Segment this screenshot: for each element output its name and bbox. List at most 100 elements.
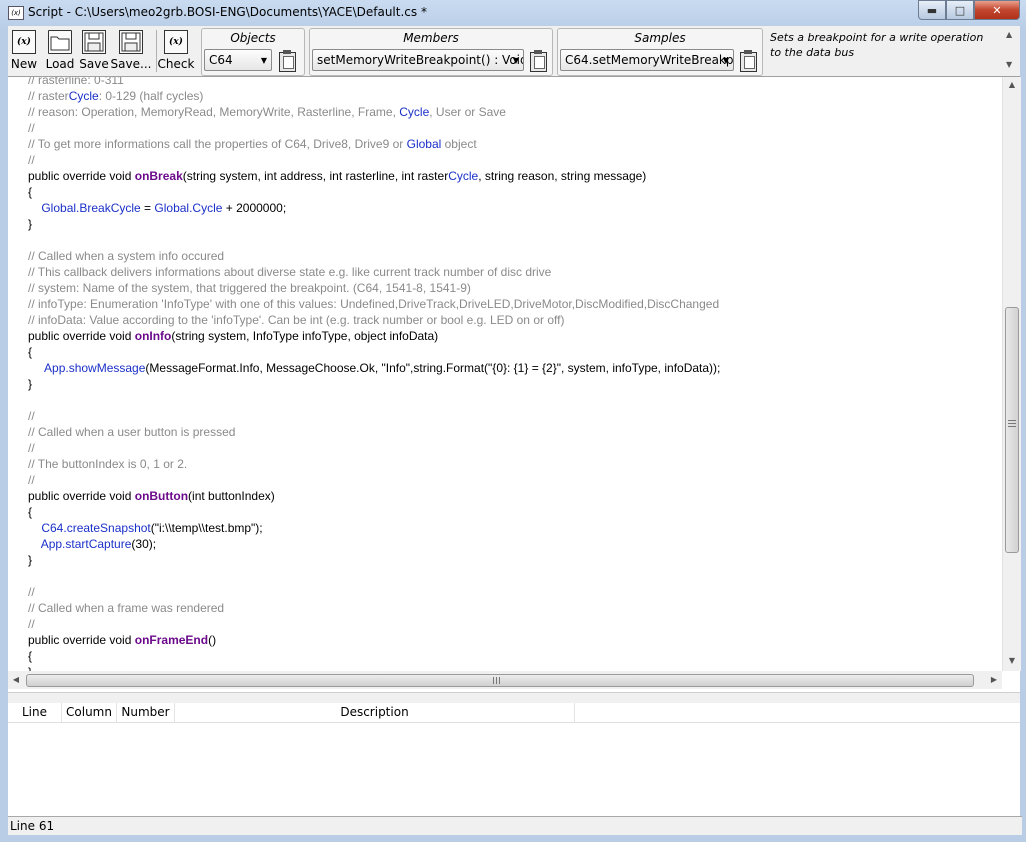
code-line[interactable]: // system: Name of the system, that trig…	[28, 280, 720, 296]
code-line[interactable]: //	[28, 616, 720, 632]
code-token: onBreak	[134, 169, 183, 183]
samples-select[interactable]: C64.setMemoryWriteBreakp ▼	[560, 49, 734, 71]
scroll-up-icon[interactable]: ▲	[1003, 77, 1021, 93]
code-token: + 2000000;	[222, 201, 287, 215]
scroll-left-icon[interactable]: ◀	[8, 672, 24, 688]
code-line[interactable]: App.startCapture(30);	[28, 536, 720, 552]
code-line[interactable]: public override void onButton(int button…	[28, 488, 720, 504]
scroll-right-icon[interactable]: ▶	[986, 672, 1002, 688]
members-selected: setMemoryWriteBreakpoint() : Void	[317, 53, 524, 67]
editor-vertical-scrollbar[interactable]: ▲ ▼	[1002, 77, 1021, 671]
error-list[interactable]: Line Column Number Description	[8, 703, 1020, 815]
objects-copy-button[interactable]	[278, 49, 296, 72]
code-text[interactable]: // rasterline: 0-311// rasterCycle: 0-12…	[28, 77, 720, 671]
title-bar[interactable]: (x) Script - C:\Users\meo2grb.BOSI-ENG\D…	[0, 0, 1026, 26]
code-token: onInfo	[134, 329, 172, 343]
code-line[interactable]: //	[28, 120, 720, 136]
code-line[interactable]: App.showMessage(MessageFormat.Info, Mess…	[28, 360, 720, 376]
save-button[interactable]: Save	[79, 30, 109, 74]
code-line[interactable]: public override void onBreak(string syst…	[28, 168, 720, 184]
code-line[interactable]: // The buttonIndex is 0, 1 or 2.	[28, 456, 720, 472]
code-line[interactable]: // To get more informations call the pro…	[28, 136, 720, 152]
check-button-label: Check	[157, 57, 195, 71]
code-token: public override void	[28, 489, 135, 503]
load-button-label: Load	[45, 57, 75, 71]
code-line[interactable]: {	[28, 648, 720, 664]
code-token: // infoData: Value according to the 'inf…	[28, 313, 565, 327]
code-line[interactable]: //	[28, 408, 720, 424]
minimize-icon: ▬	[926, 3, 938, 17]
scroll-down-icon[interactable]: ▼	[1006, 60, 1012, 69]
code-line[interactable]	[28, 568, 720, 584]
code-line[interactable]: C64.createSnapshot("i:\\temp\\test.bmp")…	[28, 520, 720, 536]
code-line[interactable]	[28, 392, 720, 408]
code-line[interactable]: // Called when a frame was rendered	[28, 600, 720, 616]
code-token: (30);	[131, 537, 157, 551]
save-as-button[interactable]: Save...	[110, 30, 152, 74]
code-token: ("i:\\temp\\test.bmp");	[150, 521, 263, 535]
objects-select[interactable]: C64 ▼	[204, 49, 272, 71]
code-line[interactable]: // Called when a system info occured	[28, 248, 720, 264]
code-line[interactable]: public override void onInfo(string syste…	[28, 328, 720, 344]
close-button[interactable]: ✕	[974, 0, 1020, 20]
save-button-label: Save	[79, 57, 109, 71]
maximize-button[interactable]: □	[946, 0, 974, 20]
vertical-scroll-thumb[interactable]	[1005, 307, 1019, 553]
code-line[interactable]: // This callback delivers informations a…	[28, 264, 720, 280]
code-line[interactable]: Global.BreakCycle = Global.Cycle + 20000…	[28, 200, 720, 216]
code-line[interactable]: {	[28, 344, 720, 360]
window-controls: ▬ □ ✕	[918, 0, 1020, 20]
editor-horizontal-scrollbar[interactable]: ◀ ▶	[8, 671, 1002, 689]
code-editor[interactable]: // rasterline: 0-311// rasterCycle: 0-12…	[8, 77, 1002, 671]
code-line[interactable]: // rasterline: 0-311	[28, 77, 720, 88]
scroll-down-icon[interactable]: ▼	[1003, 653, 1021, 669]
load-button[interactable]: Load	[45, 30, 75, 74]
code-line[interactable]: {	[28, 184, 720, 200]
horizontal-scroll-thumb[interactable]	[26, 674, 974, 687]
code-line[interactable]	[28, 232, 720, 248]
code-line[interactable]: {	[28, 504, 720, 520]
code-token: public override void	[28, 329, 135, 343]
description-scrollbar[interactable]: ▲ ▼	[1002, 28, 1018, 74]
column-header-description[interactable]: Description	[175, 703, 575, 722]
folder-icon	[48, 30, 72, 54]
code-line[interactable]: // reason: Operation, MemoryRead, Memory…	[28, 104, 720, 120]
code-token: {	[28, 345, 33, 359]
code-line[interactable]: // rasterCycle: 0-129 (half cycles)	[28, 88, 720, 104]
minimize-button[interactable]: ▬	[918, 0, 946, 20]
code-line[interactable]: }	[28, 664, 720, 671]
samples-selected: C64.setMemoryWriteBreakp	[565, 53, 734, 67]
code-token: //	[28, 441, 35, 455]
column-header-line[interactable]: Line	[8, 703, 62, 722]
column-header-number[interactable]: Number	[117, 703, 175, 722]
code-line[interactable]: //	[28, 152, 720, 168]
scroll-up-icon[interactable]: ▲	[1006, 30, 1012, 39]
code-token: App.startCapture	[40, 537, 132, 551]
code-line[interactable]: }	[28, 376, 720, 392]
check-button[interactable]: (x) Check	[157, 30, 195, 74]
code-token: ()	[208, 633, 217, 647]
code-token: //	[28, 153, 35, 167]
code-line[interactable]: public override void onFrameEnd()	[28, 632, 720, 648]
code-line[interactable]: }	[28, 216, 720, 232]
code-line[interactable]: //	[28, 584, 720, 600]
code-line[interactable]: // Called when a user button is pressed	[28, 424, 720, 440]
code-token: // To get more informations call the pro…	[28, 137, 407, 151]
objects-group: Objects C64 ▼	[201, 28, 305, 76]
save-as-button-label: Save...	[110, 57, 152, 71]
grip-icon	[1008, 420, 1016, 421]
samples-copy-button[interactable]	[739, 49, 757, 72]
code-line[interactable]: }	[28, 552, 720, 568]
code-line[interactable]: // infoType: Enumeration 'InfoType' with…	[28, 296, 720, 312]
code-line[interactable]: //	[28, 440, 720, 456]
members-copy-button[interactable]	[529, 49, 547, 72]
column-header-column[interactable]: Column	[62, 703, 117, 722]
code-line[interactable]: //	[28, 472, 720, 488]
code-line[interactable]: // infoData: Value according to the 'inf…	[28, 312, 720, 328]
members-select[interactable]: setMemoryWriteBreakpoint() : Void ▼	[312, 49, 524, 71]
code-token: }	[28, 217, 33, 231]
new-button[interactable]: (x) New	[10, 30, 38, 74]
code-token: =	[140, 201, 155, 215]
